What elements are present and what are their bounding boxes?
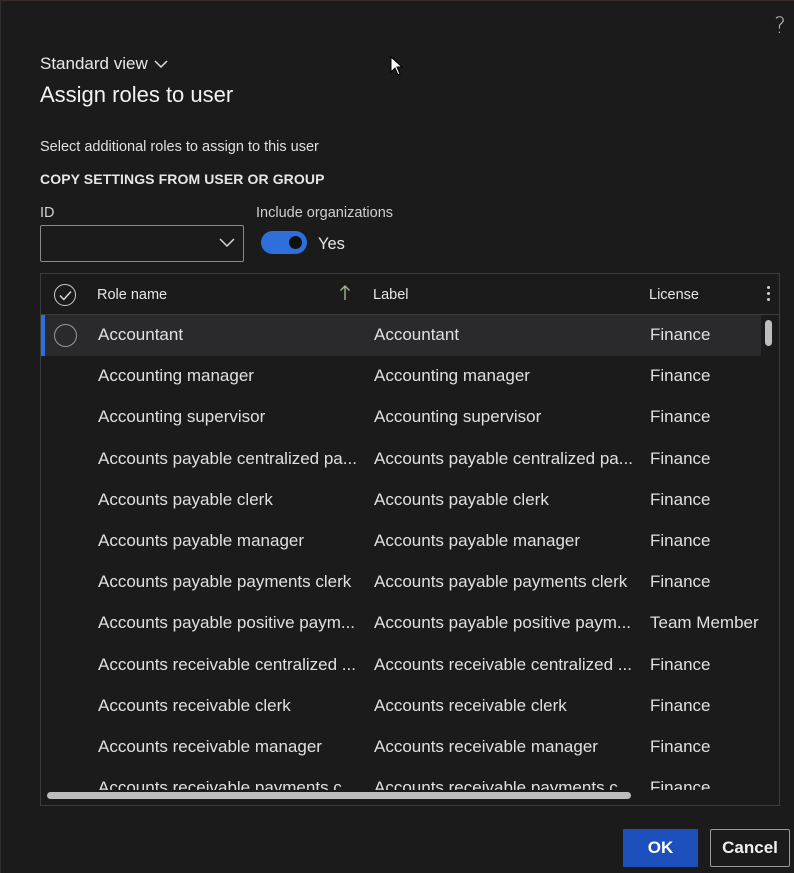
table-row[interactable]: Accounts receivable payments c... Account… xyxy=(41,768,761,790)
question-mark-icon[interactable]: ? xyxy=(770,15,790,39)
license-cell: Finance xyxy=(650,778,711,790)
table-row[interactable]: Accounts payable payments clerk Accounts … xyxy=(41,562,761,603)
license-cell: Finance xyxy=(650,366,711,386)
more-options-icon[interactable] xyxy=(765,286,771,304)
role-name-cell: Accounts payable manager xyxy=(98,531,305,550)
table-row[interactable]: Accounts receivable centralized ... Accou… xyxy=(41,645,761,686)
horizontal-scrollbar[interactable] xyxy=(47,792,631,799)
role-name-cell: Accountant xyxy=(98,325,184,344)
label-cell: Accounting supervisor xyxy=(374,407,542,427)
label-cell: Accounts payable centralized pa... xyxy=(374,448,633,468)
license-cell: Finance xyxy=(650,572,711,592)
select-all-checkbox[interactable] xyxy=(54,284,76,306)
role-name-cell: Accounts payable payments clerk xyxy=(98,572,352,592)
license-cell: Finance xyxy=(650,654,711,674)
label-cell: Accounts payable positive paym... xyxy=(374,613,632,633)
license-cell: Finance xyxy=(650,695,711,715)
label-cell: Accounts payable manager xyxy=(374,531,581,550)
role-name-cell: Accounts receivable payments c... xyxy=(98,778,356,790)
role-name-cell: Accounting supervisor xyxy=(98,407,266,427)
role-name-cell: Accounts receivable centralized ... xyxy=(98,654,356,674)
role-name-cell: Accounts payable centralized pa... xyxy=(98,448,357,468)
label-cell: Accounts payable clerk xyxy=(374,489,549,509)
view-selector[interactable]: Standard view xyxy=(40,53,168,75)
vertical-scrollbar[interactable] xyxy=(765,320,772,346)
table-row[interactable]: Accounts payable centralized pa... Accoun… xyxy=(41,439,761,480)
view-name: Standard view xyxy=(40,54,148,73)
label-cell: Accounts receivable centralized ... xyxy=(374,654,632,674)
role-name-cell: Accounts receivable clerk xyxy=(98,695,291,715)
column-header-label[interactable]: Label xyxy=(373,287,408,303)
page-title: Assign roles to user xyxy=(40,82,234,107)
column-header-license[interactable]: License xyxy=(649,287,699,303)
label-cell: Accounts receivable payments c... xyxy=(374,778,632,790)
grid-rows: Accountant Accountant Finance Accounting ma… xyxy=(41,315,761,790)
roles-grid: Role name Label License Accountant Accoun… xyxy=(40,273,780,806)
include-organizations-label: Include organizations xyxy=(256,205,394,221)
license-cell: Finance xyxy=(650,407,711,427)
table-row[interactable]: Accounting supervisor Accounting supervis… xyxy=(41,397,761,438)
sort-ascending-icon[interactable] xyxy=(339,284,351,302)
table-row[interactable]: Accounts payable manager Accounts payable… xyxy=(41,521,761,562)
table-row[interactable]: Accounts receivable clerk Accounts receiv… xyxy=(41,686,761,727)
cancel-button[interactable]: Cancel xyxy=(710,829,790,867)
license-cell: Finance xyxy=(650,325,711,344)
table-row[interactable]: Accountant Accountant Finance xyxy=(41,315,761,356)
license-cell: Finance xyxy=(650,531,711,550)
table-row[interactable]: Accounting manager Accounting manager Fina… xyxy=(41,356,761,397)
chevron-down-icon xyxy=(154,60,168,69)
role-name-cell: Accounts payable positive paym... xyxy=(98,613,356,633)
mouse-cursor-icon xyxy=(390,56,403,76)
table-row[interactable]: Accounts payable clerk Accounts payable c… xyxy=(41,480,761,521)
id-label: ID xyxy=(40,205,55,221)
label-cell: Accounting manager xyxy=(374,366,530,386)
instruction-text: Select additional roles to assign to thi… xyxy=(40,139,319,155)
table-row[interactable]: Accounts payable positive paym... Account… xyxy=(41,603,761,644)
section-header: COPY SETTINGS FROM USER OR GROUP xyxy=(40,171,325,187)
license-cell: Team Member xyxy=(650,613,759,633)
table-row[interactable]: Accounts receivable manager Accounts rece… xyxy=(41,727,761,768)
license-cell: Finance xyxy=(650,489,711,509)
ok-button[interactable]: OK xyxy=(623,829,698,867)
include-organizations-toggle[interactable] xyxy=(261,231,307,254)
chevron-down-icon[interactable] xyxy=(219,238,235,248)
role-name-cell: Accounts receivable manager xyxy=(98,737,322,756)
checkmark-icon xyxy=(59,291,72,301)
id-dropdown[interactable] xyxy=(40,225,244,262)
license-cell: Finance xyxy=(650,737,711,756)
role-name-cell: Accounts payable clerk xyxy=(98,489,273,509)
role-name-cell: Accounting manager xyxy=(98,366,254,386)
label-cell: Accounts receivable manager xyxy=(374,737,598,756)
grid-header: Role name Label License xyxy=(41,274,779,315)
label-cell: Accounts receivable clerk xyxy=(374,695,567,715)
toggle-state-text: Yes xyxy=(318,235,345,253)
label-cell: Accountant xyxy=(374,325,460,344)
row-select-checkbox[interactable] xyxy=(54,324,77,347)
label-cell: Accounts payable payments clerk xyxy=(374,572,628,592)
license-cell: Finance xyxy=(650,448,711,468)
column-header-role-name[interactable]: Role name xyxy=(97,287,167,303)
assign-roles-dialog: ? Standard view Assign roles to user Sel… xyxy=(0,0,794,873)
toggle-knob xyxy=(289,236,302,249)
